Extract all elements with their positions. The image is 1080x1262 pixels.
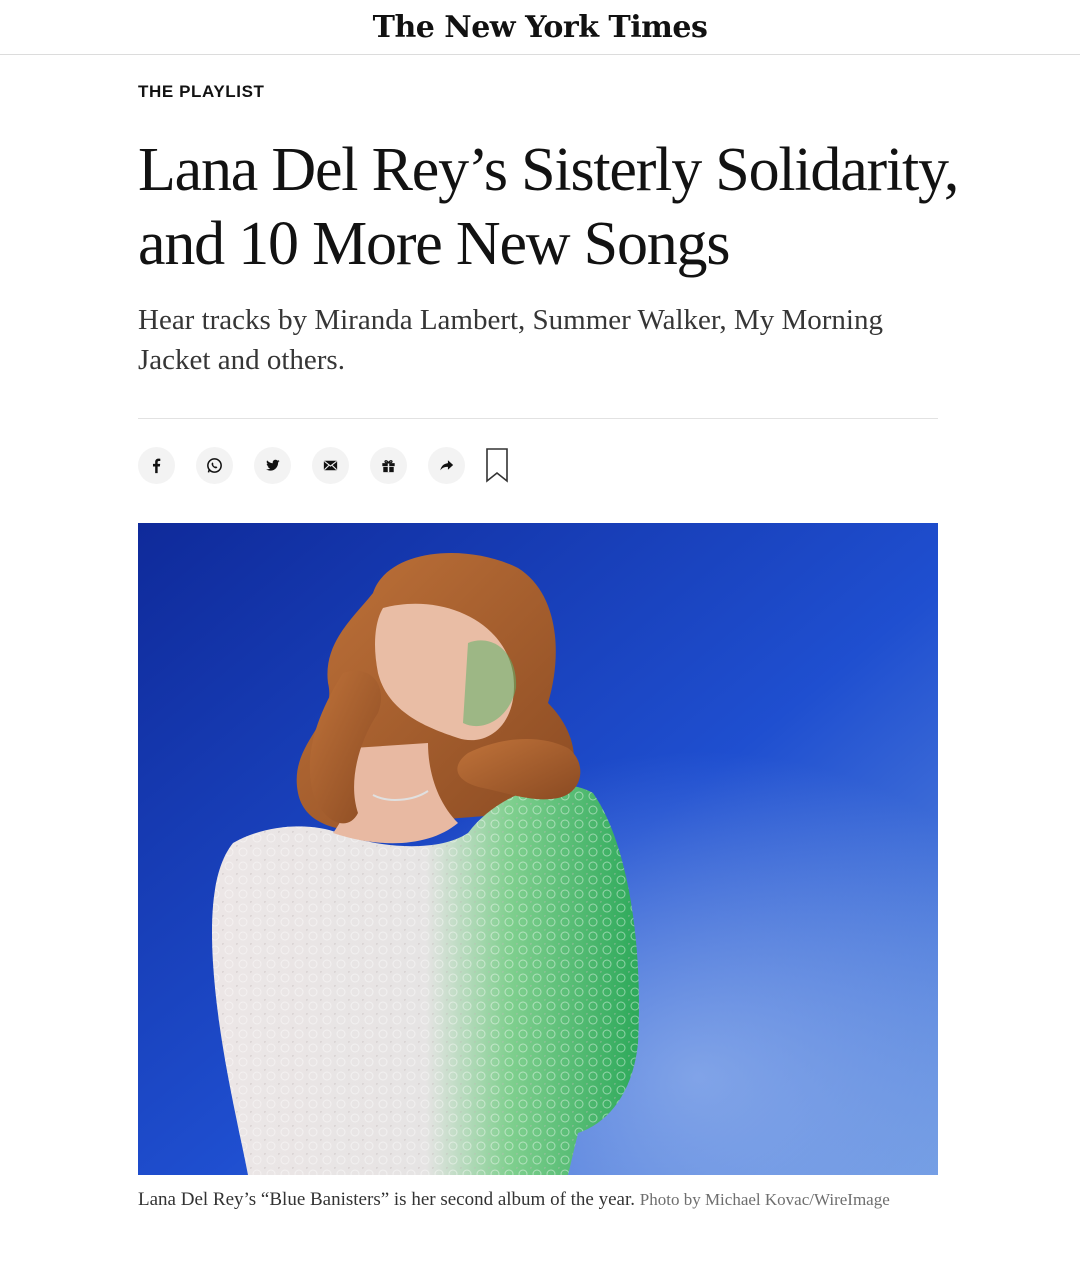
gift-icon xyxy=(382,459,395,472)
photo-credit: Photo by Michael Kovac/WireImage xyxy=(639,1190,890,1209)
lead-photo-image xyxy=(138,523,938,1175)
nyt-logo[interactable]: The New York Times xyxy=(373,10,708,45)
headline: Lana Del Rey’s Sisterly Solidarity, and … xyxy=(138,136,959,278)
email-share-button[interactable] xyxy=(312,446,349,484)
share-toolbar xyxy=(138,446,510,484)
whatsapp-share-button[interactable] xyxy=(196,446,233,484)
article-summary: Hear tracks by Miranda Lambert, Summer W… xyxy=(138,304,883,376)
facebook-icon xyxy=(152,458,161,473)
gift-article-button[interactable] xyxy=(370,446,407,484)
whatsapp-icon xyxy=(207,457,222,473)
masthead: The New York Times xyxy=(0,0,1080,55)
share-arrow-icon xyxy=(440,459,454,470)
lead-photo xyxy=(138,523,938,1175)
more-share-button[interactable] xyxy=(428,446,465,484)
twitter-icon xyxy=(266,459,280,471)
photo-caption: Lana Del Rey’s “Blue Banisters” is her s… xyxy=(138,1187,898,1213)
twitter-share-button[interactable] xyxy=(254,446,291,484)
bookmark-icon xyxy=(486,448,508,483)
section-kicker[interactable]: THE PLAYLIST xyxy=(138,82,265,102)
caption-text: Lana Del Rey’s “Blue Banisters” is her s… xyxy=(138,1189,636,1210)
email-icon xyxy=(323,460,338,470)
facebook-share-button[interactable] xyxy=(138,446,175,484)
save-article-button[interactable] xyxy=(484,446,510,484)
divider xyxy=(138,418,938,419)
